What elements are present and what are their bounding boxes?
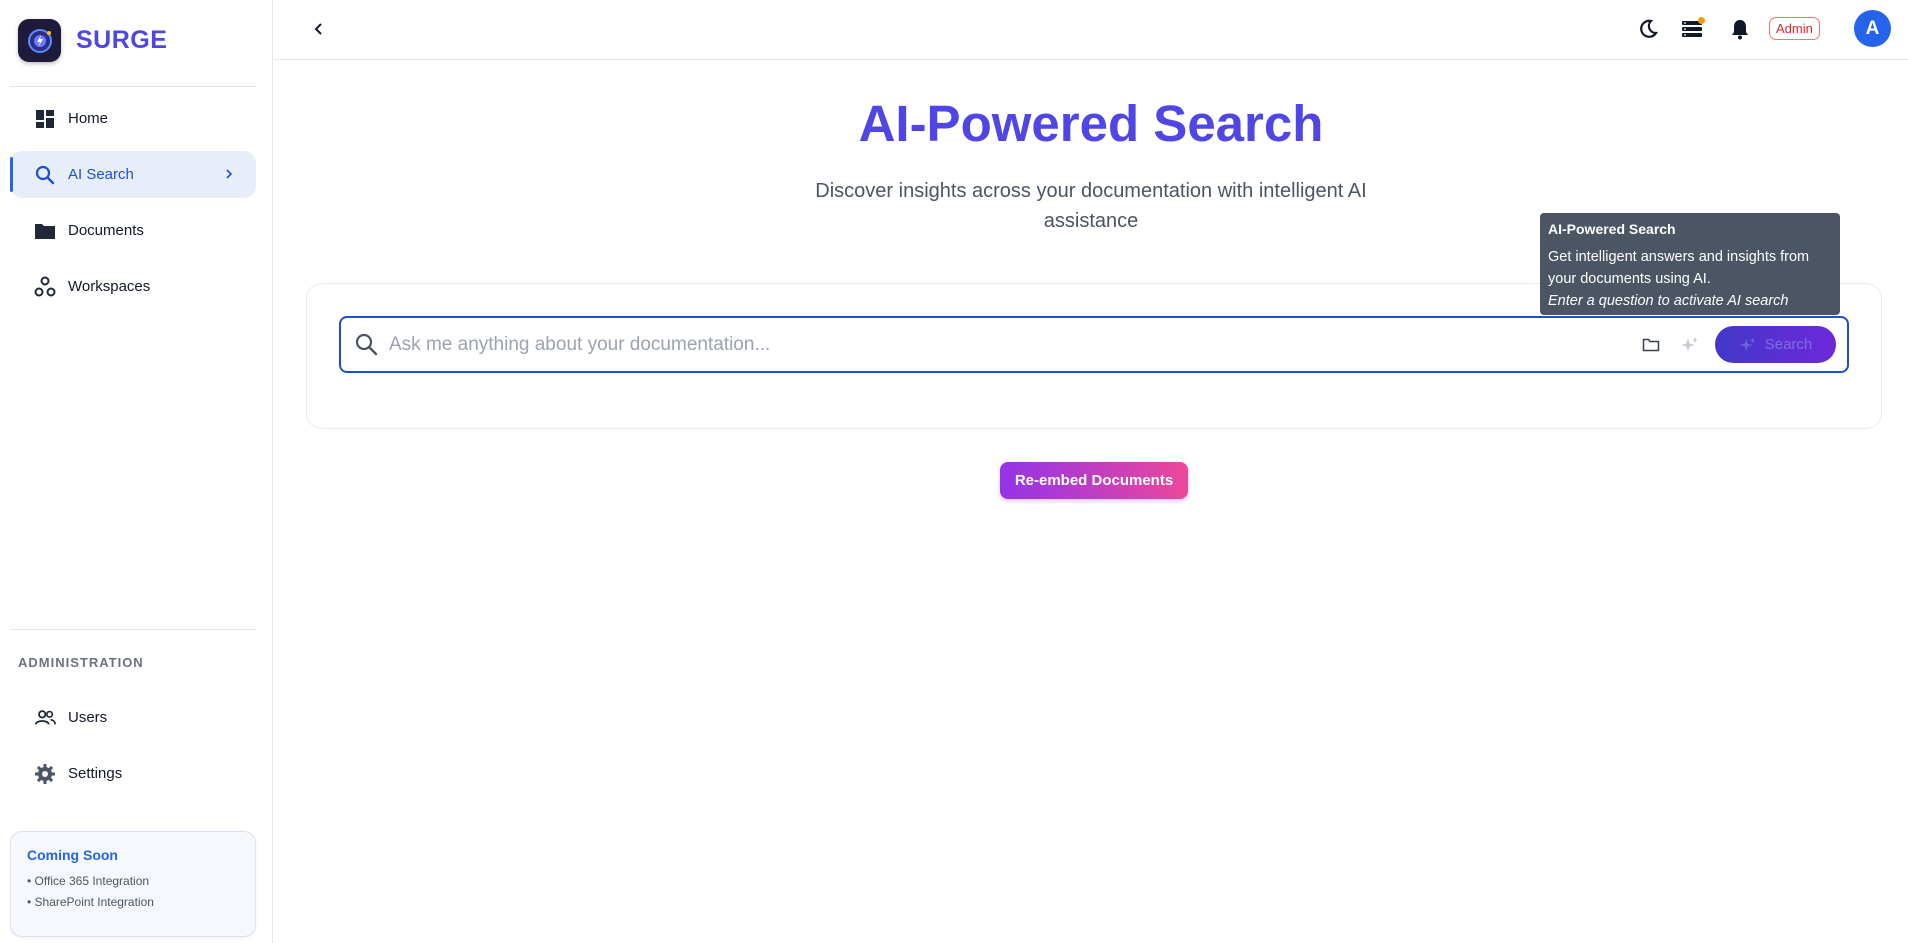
- moon-icon: [1640, 19, 1658, 38]
- select-folder-button[interactable]: [1640, 334, 1662, 356]
- sparkles-icon: [1739, 337, 1755, 351]
- role-badge: Admin: [1769, 17, 1820, 40]
- search-icon: [354, 332, 378, 361]
- search-input[interactable]: [389, 328, 1619, 362]
- gear-icon: [34, 763, 56, 785]
- coming-soon-title: Coming Soon: [27, 847, 118, 863]
- search-icon: [34, 164, 56, 186]
- sidebar-item-home[interactable]: Home: [10, 95, 256, 142]
- notifications-button[interactable]: [1727, 16, 1753, 42]
- coming-soon-card: Coming Soon • Office 365 Integration • S…: [10, 831, 256, 937]
- sidebar-item-label: Workspaces: [68, 278, 151, 295]
- dashboard-icon: [34, 108, 56, 130]
- sidebar-item-label: Users: [68, 709, 108, 726]
- sidebar-item-ai-search[interactable]: AI Search: [10, 151, 256, 198]
- sidebar-item-documents[interactable]: Documents: [10, 207, 256, 254]
- chevron-left-icon: [314, 23, 322, 35]
- chevron-right-icon: [222, 166, 236, 187]
- search-box: Search: [339, 316, 1849, 373]
- jobs-button[interactable]: [1679, 16, 1705, 42]
- sidebar: SURGE Home AI Search Documents Workspace…: [0, 0, 273, 943]
- sidebar-item-label: AI Search: [68, 166, 134, 183]
- divider: [10, 86, 256, 87]
- sidebar-item-label: Settings: [68, 765, 123, 782]
- sidebar-item-settings[interactable]: Settings: [10, 750, 256, 797]
- back-button[interactable]: [308, 18, 330, 40]
- coming-soon-item: • Office 365 Integration: [27, 874, 150, 888]
- sidebar-item-workspaces[interactable]: Workspaces: [10, 263, 256, 310]
- brand[interactable]: SURGE: [18, 19, 167, 62]
- app-name: SURGE: [76, 26, 168, 54]
- tooltip-body: Get intelligent answers and insights fro…: [1548, 249, 1810, 287]
- page-subtitle: Discover insights across your documentat…: [815, 180, 1367, 232]
- tooltip-hint: Enter a question to activate AI search: [1548, 293, 1789, 309]
- search-button[interactable]: Search: [1715, 326, 1836, 363]
- ai-assist-button[interactable]: [1679, 334, 1701, 356]
- bell-icon: [1732, 20, 1748, 40]
- page-title: AI-Powered Search: [858, 95, 1324, 152]
- divider: [10, 629, 256, 630]
- section-title: ADMINISTRATION: [18, 655, 144, 670]
- topbar: Admin A: [274, 0, 1908, 60]
- folder-icon: [34, 220, 56, 242]
- coming-soon-item: • SharePoint Integration: [27, 895, 154, 909]
- sidebar-item-label: Documents: [68, 222, 144, 239]
- admin-nav: Users Settings: [10, 694, 256, 806]
- sidebar-item-label: Home: [68, 110, 109, 127]
- main-nav: Home AI Search Documents Workspaces: [10, 95, 256, 319]
- sparkles-icon: [1681, 337, 1698, 352]
- users-icon: [34, 707, 56, 729]
- search-tooltip: AI-Powered Search Get intelligent answer…: [1540, 213, 1840, 315]
- tooltip-title: AI-Powered Search: [1548, 221, 1676, 237]
- reembed-documents-button[interactable]: Re-embed Documents: [1000, 462, 1188, 499]
- folder-outline-icon: [1642, 338, 1660, 352]
- logo-icon: [18, 19, 61, 62]
- notification-dot: [1698, 17, 1705, 24]
- theme-toggle-button[interactable]: [1635, 16, 1661, 42]
- sidebar-item-users[interactable]: Users: [10, 694, 256, 741]
- search-button-label: Search: [1764, 336, 1813, 353]
- avatar[interactable]: A: [1854, 10, 1891, 47]
- workspaces-icon: [34, 276, 56, 298]
